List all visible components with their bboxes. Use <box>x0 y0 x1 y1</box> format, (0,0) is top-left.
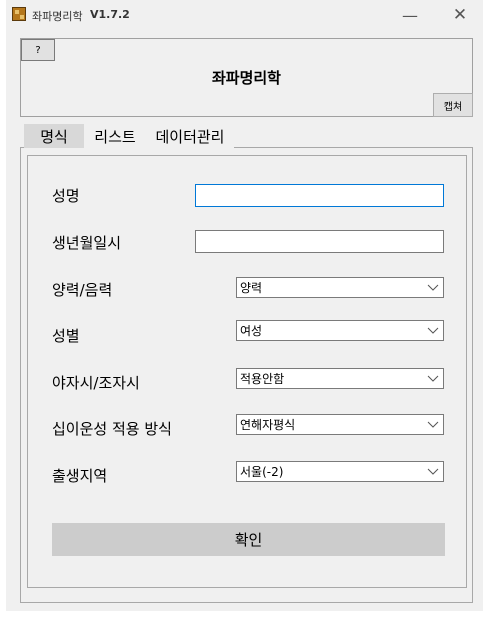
gender-value: 여성 <box>240 324 263 338</box>
app-window: 좌파명리학 V1.7.2 — ✕ ? 좌파명리학 캡쳐 명식 리스트 데이터관리… <box>6 0 483 611</box>
calendar-type-label: 양력/음력 <box>52 281 113 299</box>
chevron-down-icon <box>427 421 439 428</box>
chevron-down-icon <box>427 375 439 382</box>
window-title: 좌파명리학 <box>32 10 83 23</box>
window-version: V1.7.2 <box>90 8 130 21</box>
chevron-down-icon <box>427 284 439 291</box>
name-label: 성명 <box>52 187 80 205</box>
name-input[interactable] <box>195 184 444 207</box>
confirm-button[interactable]: 확인 <box>52 523 445 556</box>
close-button[interactable]: ✕ <box>437 0 483 30</box>
minimize-icon: — <box>402 5 418 25</box>
birth-region-select[interactable]: 서울(-2) <box>236 461 444 482</box>
tab-chart[interactable]: 명식 <box>24 124 84 148</box>
title-bar[interactable]: 좌파명리학 V1.7.2 — ✕ <box>6 0 483 30</box>
twelve-stages-value: 연해자평식 <box>240 418 296 432</box>
twelve-stages-label: 십이운성 적용 방식 <box>52 420 172 438</box>
help-button[interactable]: ? <box>21 39 55 61</box>
capture-button[interactable]: 캡쳐 <box>433 93 473 117</box>
tab-data-management[interactable]: 데이터관리 <box>146 124 234 148</box>
birth-region-value: 서울(-2) <box>240 465 284 479</box>
gender-select[interactable]: 여성 <box>236 320 444 341</box>
calendar-type-select[interactable]: 양력 <box>236 277 444 298</box>
night-hour-select[interactable]: 적용안함 <box>236 368 444 389</box>
birth-datetime-label: 생년월일시 <box>52 234 122 252</box>
tab-list[interactable]: 리스트 <box>84 124 146 148</box>
chevron-down-icon <box>427 468 439 475</box>
birth-region-label: 출생지역 <box>52 467 108 485</box>
chevron-down-icon <box>427 327 439 334</box>
close-icon: ✕ <box>452 5 468 25</box>
header-panel: ? 좌파명리학 캡쳐 <box>20 38 473 117</box>
minimize-button[interactable]: — <box>387 0 433 30</box>
calendar-type-value: 양력 <box>240 281 263 295</box>
gender-label: 성별 <box>52 327 80 345</box>
night-hour-value: 적용안함 <box>240 372 285 386</box>
app-icon <box>12 7 26 21</box>
night-hour-label: 야자시/조자시 <box>52 374 140 392</box>
twelve-stages-select[interactable]: 연해자평식 <box>236 414 444 435</box>
birth-datetime-input[interactable] <box>195 230 444 253</box>
page-title: 좌파명리학 <box>211 69 281 87</box>
